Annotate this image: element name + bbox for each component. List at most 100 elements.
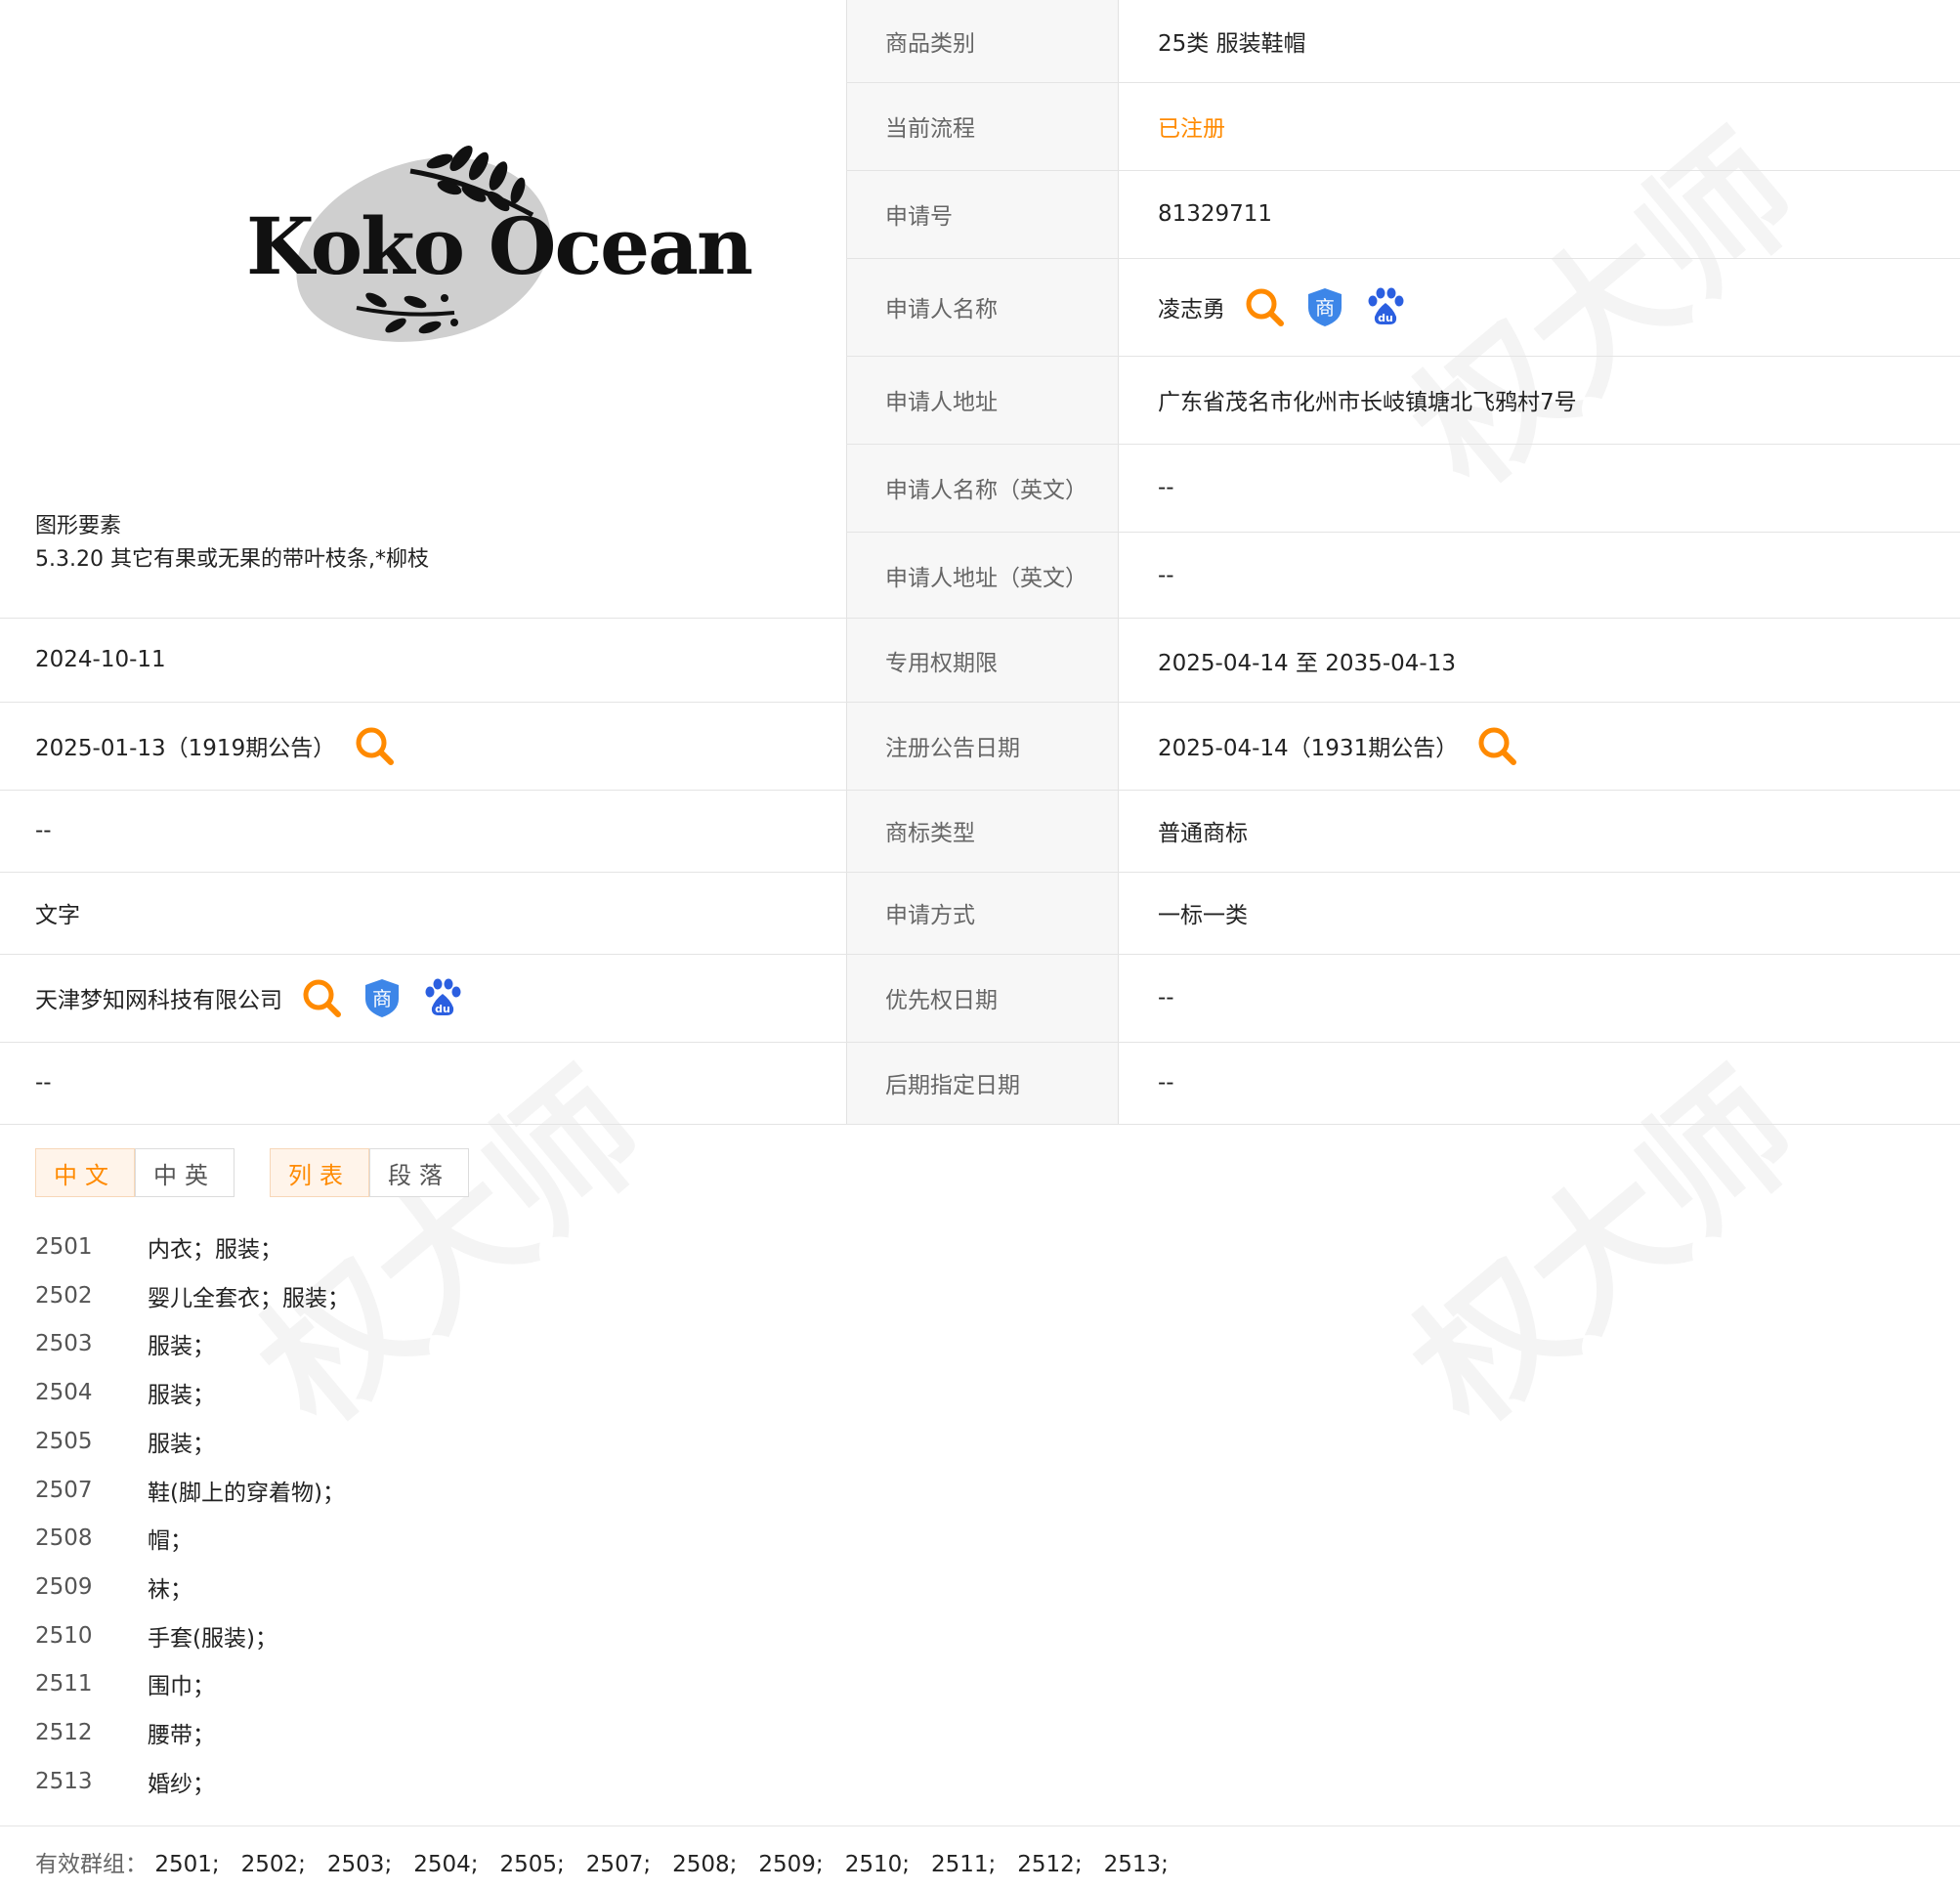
- svg-text:商: 商: [1315, 296, 1335, 320]
- search-icon[interactable]: [1243, 285, 1286, 328]
- goods-name: 婚纱；: [148, 1771, 215, 1797]
- goods-name: 服装；: [148, 1334, 215, 1360]
- goods-item: 2513 婚纱；: [35, 1762, 215, 1801]
- field-value-text: --: [1158, 475, 1174, 500]
- goods-name: 鞋(脚上的穿着物)；: [148, 1480, 345, 1506]
- field-value: --: [1158, 954, 1174, 1042]
- goods-code: 2509: [35, 1573, 93, 1600]
- field-value-text: --: [1158, 985, 1174, 1010]
- divider: [0, 872, 1960, 873]
- goods-name: 内衣；服装；: [148, 1237, 282, 1263]
- goods-item: 2510 手套(服装)；: [35, 1616, 277, 1655]
- field-label: 申请人地址: [885, 390, 998, 415]
- group-code: 2510;: [844, 1852, 910, 1877]
- field-label: 优先权日期: [885, 988, 998, 1013]
- field-value: --: [1158, 444, 1174, 532]
- group-code: 2512;: [1017, 1852, 1083, 1877]
- valid-groups-label: 有效群组：: [35, 1852, 148, 1877]
- field-value: --: [1158, 1042, 1174, 1124]
- field-label: 商标类型: [885, 821, 975, 846]
- watermark: 权大师: [1361, 1017, 1834, 1462]
- goods-item: 2505 服装；: [35, 1422, 215, 1461]
- field-label: 申请人地址（英文）: [885, 566, 1087, 591]
- group-code: 2501;: [154, 1852, 220, 1877]
- baidu-paw-icon[interactable]: du: [421, 976, 464, 1019]
- field-value-text: 2024-10-11: [35, 647, 166, 672]
- watermark: 权大师: [1361, 79, 1834, 524]
- goods-code: 2501: [35, 1234, 93, 1260]
- goods-code: 2503: [35, 1331, 93, 1357]
- divider: [846, 170, 1960, 171]
- group-code: 2508;: [672, 1852, 738, 1877]
- goods-name: 服装；: [148, 1431, 215, 1457]
- divider: [0, 1124, 1960, 1125]
- group-code: 2511;: [930, 1852, 997, 1877]
- view-tabs: 列表 段落: [270, 1148, 469, 1197]
- svg-text:商: 商: [372, 987, 392, 1010]
- goods-code: 2510: [35, 1622, 93, 1649]
- group-code: 2513;: [1103, 1852, 1169, 1877]
- field-value: 一标一类: [1158, 872, 1248, 954]
- field-value: 2025-04-14 至 2035-04-13: [1158, 620, 1456, 702]
- group-code: 2503;: [326, 1852, 393, 1877]
- field-value: 2025-04-14（1931期公告）: [1158, 702, 1518, 790]
- field-label: 专用权期限: [885, 651, 998, 676]
- field-label: 后期指定日期: [885, 1073, 1020, 1098]
- goods-item: 2501 内衣；服装；: [35, 1227, 282, 1267]
- leaf-branch-icon: [356, 292, 458, 334]
- group-code: 2507;: [585, 1852, 652, 1877]
- field-value: 普通商标: [1158, 790, 1248, 872]
- field-value-text: 81329711: [1158, 201, 1273, 227]
- svg-text:du: du: [1378, 312, 1393, 324]
- search-icon[interactable]: [353, 724, 396, 767]
- field-value: 已注册: [1158, 82, 1225, 170]
- field-value-text: --: [35, 1070, 52, 1095]
- search-icon[interactable]: [1475, 724, 1518, 767]
- field-label: 申请人名称: [885, 297, 998, 322]
- field-value: --: [35, 790, 52, 872]
- field-value-text: 天津梦知网科技有限公司: [35, 988, 282, 1013]
- goods-name: 帽；: [148, 1528, 192, 1555]
- goods-item: 2503 服装；: [35, 1324, 215, 1363]
- shang-shield-icon[interactable]: 商: [361, 976, 404, 1019]
- field-value-text: --: [35, 818, 52, 843]
- field-value: 81329711: [1158, 170, 1272, 258]
- field-value: --: [1158, 532, 1174, 620]
- status-text: 已注册: [1158, 116, 1225, 142]
- field-value-text: 普通商标: [1158, 821, 1248, 846]
- goods-name: 腰带；: [148, 1723, 215, 1748]
- goods-name: 服装；: [148, 1383, 215, 1409]
- field-value: 25类 服装鞋帽: [1158, 0, 1306, 82]
- field-value: 2024-10-11: [35, 618, 166, 702]
- shang-shield-icon[interactable]: 商: [1303, 285, 1346, 328]
- svg-text:du: du: [435, 1003, 450, 1015]
- trademark-text: Koko Ocean: [246, 200, 753, 292]
- group-code: 2509;: [758, 1852, 824, 1877]
- baidu-paw-icon[interactable]: du: [1364, 285, 1407, 328]
- field-label: 申请人名称（英文）: [885, 478, 1087, 503]
- search-icon[interactable]: [300, 976, 343, 1019]
- field-value-text: 一标一类: [1158, 903, 1248, 928]
- tab-chinese-english[interactable]: 中英: [135, 1148, 234, 1197]
- goods-item: 2508 帽；: [35, 1519, 192, 1558]
- goods-item: 2512 腰带；: [35, 1713, 215, 1752]
- group-code: 2504;: [413, 1852, 479, 1877]
- field-label: 当前流程: [885, 116, 975, 142]
- tab-list[interactable]: 列表: [270, 1148, 369, 1197]
- tab-chinese[interactable]: 中文: [35, 1148, 135, 1197]
- goods-code: 2513: [35, 1768, 93, 1794]
- goods-item: 2509 袜；: [35, 1568, 192, 1607]
- field-value: 文字: [35, 872, 80, 954]
- divider: [846, 82, 1960, 83]
- goods-code: 2507: [35, 1477, 93, 1503]
- tab-paragraph[interactable]: 段落: [369, 1148, 469, 1197]
- field-value-text: 广东省茂名市化州市长岐镇塘北飞鸦村7号: [1158, 390, 1577, 415]
- goods-item: 2507 鞋(脚上的穿着物)；: [35, 1471, 345, 1510]
- divider: [0, 790, 1960, 791]
- field-value: 天津梦知网科技有限公司 商 du: [35, 954, 464, 1042]
- field-value-text: --: [1158, 1070, 1174, 1095]
- goods-code: 2512: [35, 1720, 93, 1745]
- figure-elements-value: 5.3.20 其它有果或无果的带叶枝条,*柳枝: [35, 547, 429, 572]
- field-label: 商品类别: [885, 31, 975, 57]
- field-value-text: 2025-04-14（1931期公告）: [1158, 736, 1459, 761]
